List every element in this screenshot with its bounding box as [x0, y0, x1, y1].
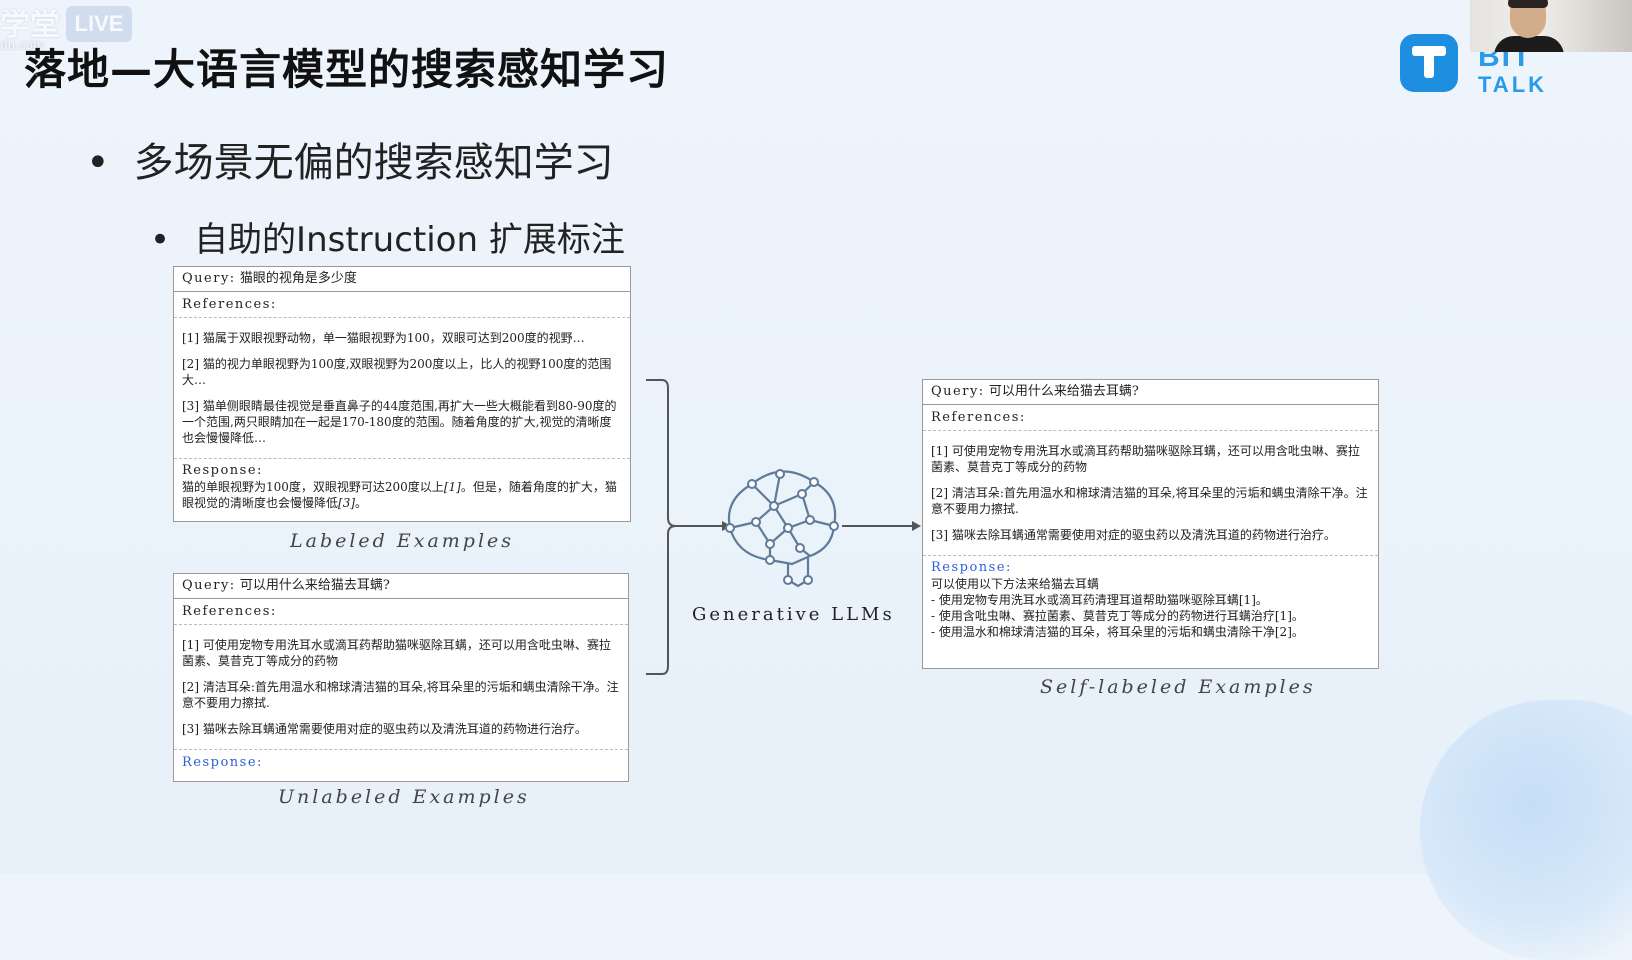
self-labeled-examples-caption: Self-labeled Examples — [1040, 676, 1316, 698]
bullet-dot-icon: • — [150, 220, 171, 260]
reference-item: [3] 猫单侧眼睛最佳视觉是垂直鼻子的44度范围,再扩大一些大概能看到80-90… — [182, 399, 617, 445]
references-label: References: — [182, 297, 277, 312]
references-label: References: — [931, 410, 1026, 425]
query-row: Query: 猫眼的视角是多少度 — [174, 267, 630, 292]
brain-network-icon — [725, 469, 839, 588]
reference-item: [3] 猫咪去除耳螨通常需要使用对症的驱虫药以及清洗耳道的药物进行治疗。 — [931, 528, 1336, 542]
response-label: Response: — [931, 560, 1012, 575]
response-text: 猫的单眼视野为100度，双眼视野可达200度以上[1]。但是，随着角度的扩大，猫… — [182, 480, 617, 510]
logo-word-talk: TALK — [1478, 72, 1548, 97]
decorative-curve — [1420, 700, 1632, 960]
bullet-level-2: • 自助的Instruction 扩展标注 — [150, 212, 625, 261]
references-header: References: — [174, 292, 630, 318]
references-list: [1] 可使用宠物专用洗耳水或滴耳药帮助猫咪驱除耳螨，还可以用含吡虫啉、赛拉菌素… — [174, 625, 628, 750]
reference-item: [1] 可使用宠物专用洗耳水或滴耳药帮助猫咪驱除耳螨，还可以用含吡虫啉、赛拉菌素… — [182, 638, 611, 668]
response-line: 可以使用以下方法来给猫去耳螨 — [931, 577, 1100, 591]
references-list: [1] 猫属于双眼视野动物，单一猫眼视野为100，双眼可达到200度的视野… [… — [174, 318, 630, 459]
unlabeled-example-card: Query: 可以用什么来给猫去耳螨? References: [1] 可使用宠… — [173, 573, 629, 782]
generative-llms-label: Generative LLMs — [692, 604, 895, 625]
bullet-level-1-text: 多场景无偏的搜索感知学习 — [133, 140, 614, 186]
reference-item: [2] 猫的视力单眼视野为100度,双眼视野为200度以上，比人的视野100度的… — [182, 357, 612, 387]
reference-item: [1] 猫属于双眼视野动物，单一猫眼视野为100，双眼可达到200度的视野… — [182, 331, 585, 345]
references-list: [1] 可使用宠物专用洗耳水或滴耳药帮助猫咪驱除耳螨，还可以用含吡虫啉、赛拉菌素… — [923, 431, 1378, 556]
query-text: 可以用什么来给猫去耳螨? — [239, 578, 390, 593]
query-text: 猫眼的视角是多少度 — [239, 271, 357, 286]
response-line: - 使用宠物专用洗耳水或滴耳药清理耳道帮助猫咪驱除耳螨[1]。 — [931, 593, 1268, 607]
page-title: 落地—大语言模型的搜索感知学习 — [24, 45, 670, 94]
references-header: References: — [174, 599, 628, 625]
unlabeled-examples-caption: Unlabeled Examples — [278, 786, 530, 808]
references-header: References: — [923, 405, 1378, 431]
references-label: References: — [182, 604, 277, 619]
arrow-head-icon — [912, 521, 921, 531]
reference-item: [1] 可使用宠物专用洗耳水或滴耳药帮助猫咪驱除耳螨，还可以用含吡虫啉、赛拉菌素… — [931, 444, 1360, 474]
response-block: Response: 可以使用以下方法来给猫去耳螨 - 使用宠物专用洗耳水或滴耳药… — [923, 556, 1378, 644]
bullet-level-1: • 多场景无偏的搜索感知学习 — [86, 130, 614, 188]
response-label: Response: — [182, 463, 263, 478]
bullet-dot-icon: • — [86, 140, 110, 186]
self-labeled-example-card: Query: 可以用什么来给猫去耳螨? References: [1] 可使用宠… — [922, 379, 1379, 669]
labeled-example-card: Query: 猫眼的视角是多少度 References: [1] 猫属于双眼视野… — [173, 266, 631, 522]
input-bracket — [646, 379, 677, 675]
reference-item: [3] 猫咪去除耳螨通常需要使用对症的驱虫药以及清洗耳道的药物进行治疗。 — [182, 722, 587, 736]
response-block: Response: 猫的单眼视野为100度，双眼视野可达200度以上[1]。但是… — [174, 459, 630, 515]
presenter-webcam — [1470, 0, 1632, 52]
logo-mark-icon — [1400, 34, 1458, 92]
query-text: 可以用什么来给猫去耳螨? — [988, 384, 1139, 399]
bullet-level-2-text: 自助的Instruction 扩展标注 — [194, 220, 625, 260]
reference-item: [2] 清洁耳朵:首先用温水和棉球清洁猫的耳朵,将耳朵里的污垢和螨虫清除干净。注… — [182, 680, 619, 710]
query-label: Query: — [931, 384, 985, 399]
response-block: Response: — [174, 750, 628, 775]
query-label: Query: — [182, 578, 236, 593]
query-row: Query: 可以用什么来给猫去耳螨? — [174, 574, 628, 599]
response-line: - 使用温水和棉球清洁猫的耳朵，将耳朵里的污垢和螨虫清除干净[2]。 — [931, 625, 1304, 639]
labeled-examples-caption: Labeled Examples — [290, 530, 515, 552]
response-label: Response: — [182, 755, 263, 770]
response-line: - 使用含吡虫啉、赛拉菌素、莫昔克丁等成分的药物进行耳螨治疗[1]。 — [931, 609, 1304, 623]
query-row: Query: 可以用什么来给猫去耳螨? — [923, 380, 1378, 405]
query-label: Query: — [182, 271, 236, 286]
reference-item: [2] 清洁耳朵:首先用温水和棉球清洁猫的耳朵,将耳朵里的污垢和螨虫清除干净。注… — [931, 486, 1368, 516]
